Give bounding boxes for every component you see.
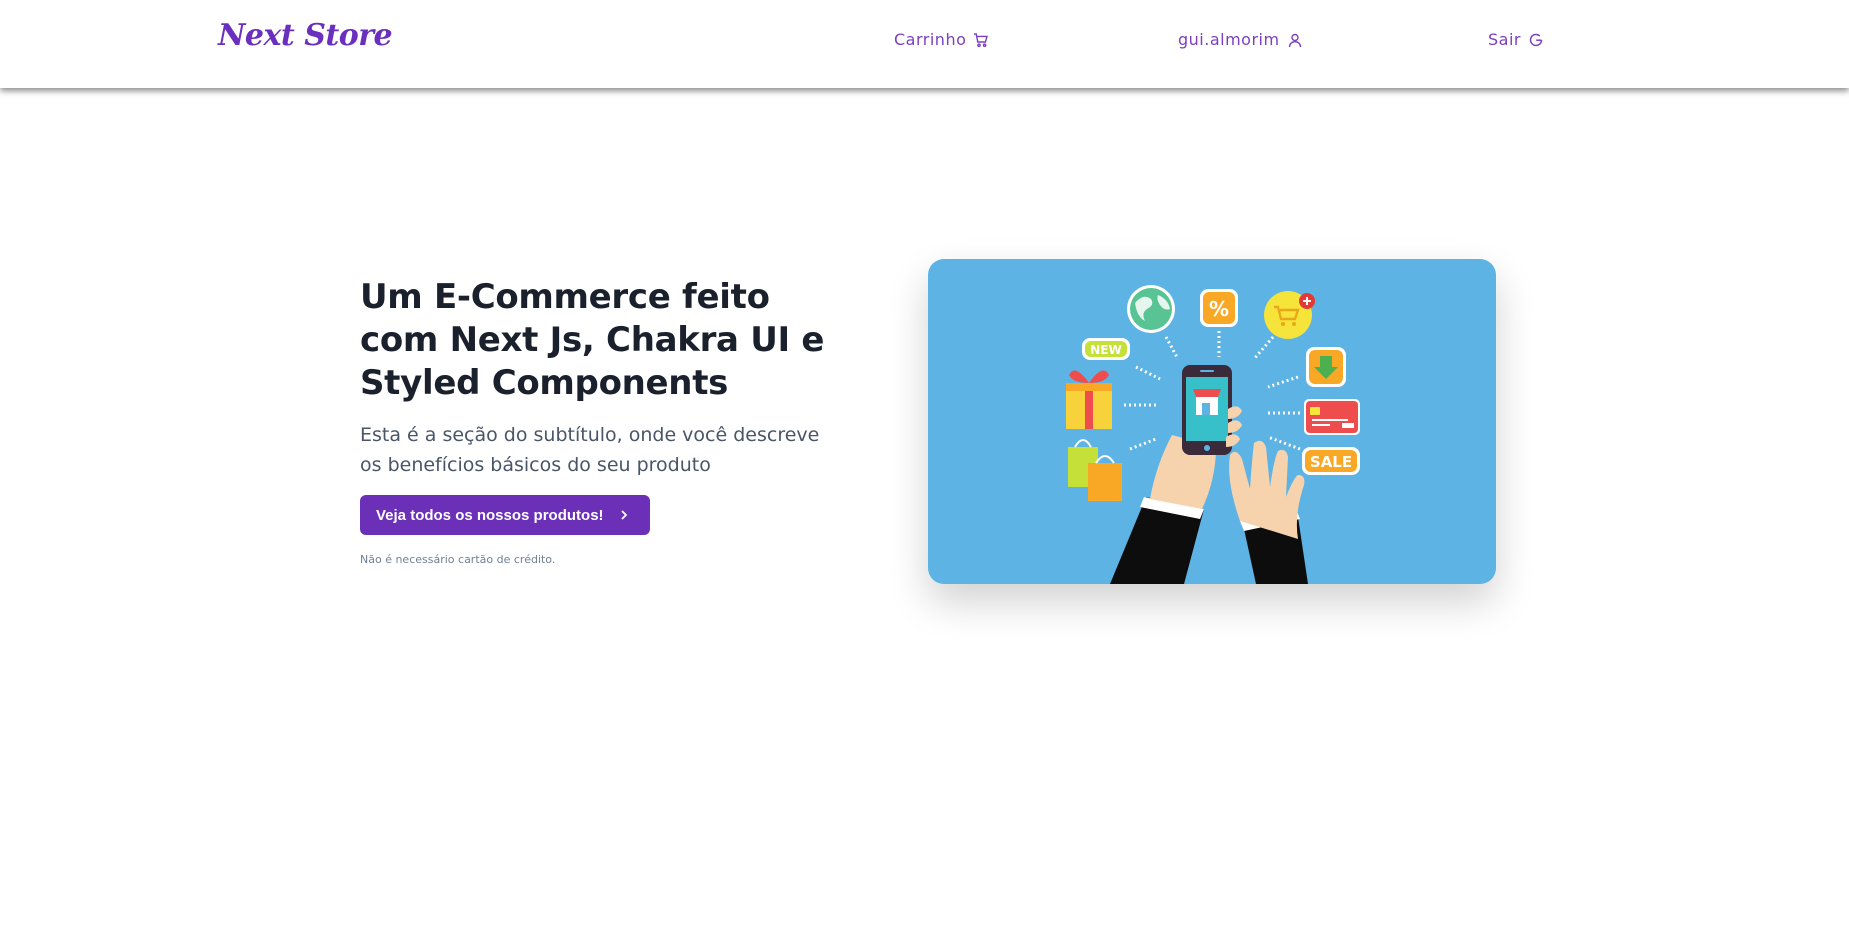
new-badge-text: NEW <box>1090 343 1121 357</box>
store-logo[interactable]: Next Store <box>218 18 393 53</box>
percent-badge-icon: % <box>1200 289 1238 327</box>
add-to-cart-icon <box>1264 291 1315 339</box>
cart-link[interactable]: Carrinho <box>894 30 989 49</box>
right-hand <box>1229 440 1305 539</box>
new-badge-icon: NEW <box>1082 338 1130 360</box>
ecommerce-illustration: % SALE NEW <box>1066 285 1360 584</box>
download-badge-icon <box>1306 347 1346 387</box>
credit-card-icon <box>1304 399 1360 435</box>
gift-box-icon <box>1066 370 1112 429</box>
smartphone-icon <box>1182 365 1232 455</box>
percent-badge-text: % <box>1209 297 1229 321</box>
user-profile-link[interactable]: gui.almorim <box>1178 30 1303 49</box>
view-all-products-label: Veja todos os nossos produtos! <box>376 506 604 524</box>
hero-title-line-2: com Next Js, Chakra UI e <box>360 320 825 360</box>
hero-title-line-1: Um E-Commerce feito <box>360 277 770 317</box>
user-name-label: gui.almorim <box>1178 30 1280 49</box>
logout-link[interactable]: Sair <box>1488 30 1544 49</box>
logout-label: Sair <box>1488 30 1521 49</box>
user-icon <box>1288 33 1301 47</box>
view-all-products-button[interactable]: Veja todos os nossos produtos! <box>360 495 650 535</box>
hero-subtitle: Esta é a seção do subtítulo, onde você d… <box>360 424 820 476</box>
shopping-bags-icon <box>1068 439 1122 501</box>
no-credit-card-note: Não é necessário cartão de crédito. <box>360 553 556 566</box>
sale-badge-icon: SALE <box>1302 447 1360 475</box>
google-logout-icon <box>1529 33 1543 46</box>
hero-illustration-card: % SALE NEW <box>928 259 1496 584</box>
sale-badge-text: SALE <box>1310 453 1352 471</box>
hero-title: Um E-Commerce feito com Next Js, Chakra … <box>360 276 830 405</box>
hero-title-line-3: Styled Components <box>360 363 729 403</box>
globe-icon <box>1127 285 1175 333</box>
cart-icon <box>974 32 989 47</box>
chevron-right-icon <box>620 510 627 520</box>
hero-section: Um E-Commerce feito com Next Js, Chakra … <box>360 276 830 566</box>
cart-link-label: Carrinho <box>894 30 967 49</box>
top-navbar: Next Store Carrinho gui.almorim Sair <box>0 0 1849 88</box>
